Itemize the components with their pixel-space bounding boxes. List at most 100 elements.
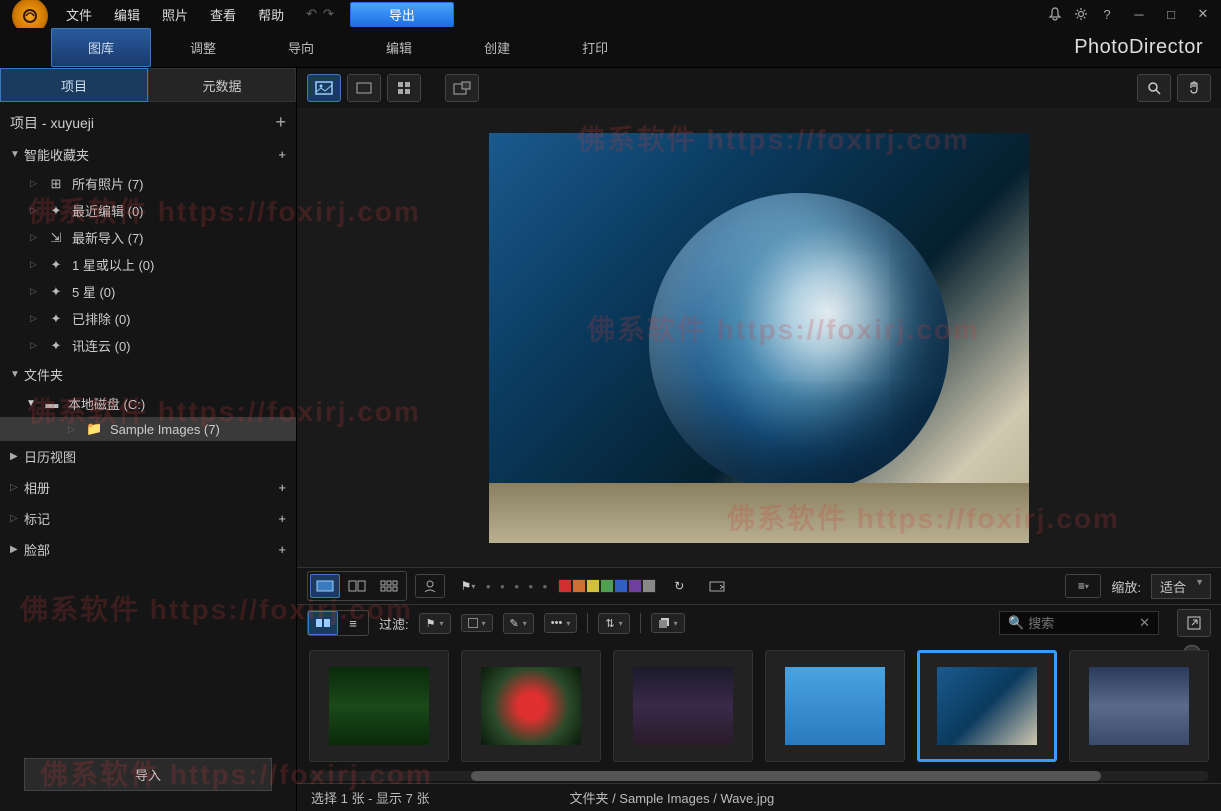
tab-print[interactable]: 打印 xyxy=(546,28,644,67)
add-face-icon[interactable]: + xyxy=(278,542,286,557)
tree-item-cloud[interactable]: ▷✦讯连云 (0) xyxy=(0,332,296,359)
tab-library[interactable]: 图库 xyxy=(51,28,151,67)
tree-item-one-star[interactable]: ▷✦1 星或以上 (0) xyxy=(0,251,296,278)
clear-search-icon[interactable]: ✕ xyxy=(1139,615,1150,631)
tab-adjust[interactable]: 调整 xyxy=(154,28,252,67)
search-box[interactable]: 🔍 ✕ xyxy=(999,611,1159,635)
rotate-button[interactable]: ↻ xyxy=(664,574,694,598)
thumb-view-button[interactable] xyxy=(308,611,338,635)
redo-icon[interactable]: ↷ xyxy=(323,6,334,22)
filter-flag-button[interactable]: ⚑▾ xyxy=(419,613,451,634)
tree-item-excluded[interactable]: ▷✦已排除 (0) xyxy=(0,305,296,332)
thumbnail[interactable] xyxy=(765,650,905,762)
canvas[interactable]: 佛系软件 https://foxirj.com 佛系软件 https://fox… xyxy=(297,108,1221,567)
color-swatch[interactable] xyxy=(586,579,600,593)
filter-more-button[interactable]: •••▾ xyxy=(544,613,578,633)
section-albums[interactable]: ▷相册+ xyxy=(0,472,296,503)
menu-view[interactable]: 查看 xyxy=(200,1,246,28)
color-swatch[interactable] xyxy=(614,579,628,593)
sidebar-tab-project[interactable]: 项目 xyxy=(0,68,148,102)
sort-order-button[interactable]: ⇅▾ xyxy=(598,613,629,634)
sort-button[interactable]: ≡▾ xyxy=(1065,574,1101,598)
zoom-tool-icon[interactable] xyxy=(1137,74,1171,102)
view-loupe-button[interactable] xyxy=(307,74,341,102)
settings-icon[interactable] xyxy=(1069,2,1093,26)
thumbnail-strip[interactable]: 360 xyxy=(297,641,1221,771)
menu-help[interactable]: 帮助 xyxy=(248,1,294,28)
menubar: 文件 编辑 照片 查看 帮助 ↶ ↷ 导出 ? ─ □ ✕ xyxy=(0,0,1221,28)
view-secondary-button[interactable] xyxy=(445,74,479,102)
minimize-icon[interactable]: ─ xyxy=(1127,2,1151,26)
stack-button[interactable]: ▾ xyxy=(651,613,685,633)
cloud-icon: ✦ xyxy=(48,338,64,354)
view-grid-button[interactable] xyxy=(387,74,421,102)
color-swatch[interactable] xyxy=(572,579,586,593)
section-faces[interactable]: ▶脸部+ xyxy=(0,534,296,565)
sidebar-tab-metadata[interactable]: 元数据 xyxy=(148,68,296,102)
notification-icon[interactable] xyxy=(1043,2,1067,26)
thumbnail[interactable] xyxy=(309,650,449,762)
color-swatch[interactable] xyxy=(642,579,656,593)
color-swatch[interactable] xyxy=(600,579,614,593)
tree-item-recent-edit[interactable]: ▷✦最近编辑 (0) xyxy=(0,197,296,224)
flag-button[interactable]: ⚑▾ xyxy=(453,574,483,598)
thumbnail[interactable] xyxy=(1069,650,1209,762)
folder-icon: 📁 xyxy=(86,421,102,437)
tree-item-five-star[interactable]: ▷✦5 星 (0) xyxy=(0,278,296,305)
import-button[interactable]: 导入 xyxy=(24,758,272,791)
thumbnail[interactable] xyxy=(461,650,601,762)
brand-label: PhotoDirector xyxy=(1056,36,1221,59)
section-tags[interactable]: ▷标记+ xyxy=(0,503,296,534)
undo-icon[interactable]: ↶ xyxy=(306,6,317,22)
add-tag-icon[interactable]: + xyxy=(278,511,286,526)
section-calendar[interactable]: ▶日历视图 xyxy=(0,441,296,472)
menu-edit[interactable]: 编辑 xyxy=(104,1,150,28)
thumbnail[interactable] xyxy=(613,650,753,762)
star-rating[interactable]: • • • • • xyxy=(486,579,550,594)
compare-button[interactable] xyxy=(702,574,732,598)
tree-item-recent-import[interactable]: ▷⇲最新导入 (7) xyxy=(0,224,296,251)
sidebar: 项目 元数据 项目 - xuyueji + ▼智能收藏夹 + ▷⊞所有照片 (7… xyxy=(0,68,297,811)
top-tabs: 图库 调整 导向 编辑 创建 打印 PhotoDirector xyxy=(0,28,1221,68)
tab-create[interactable]: 创建 xyxy=(448,28,546,67)
tab-edit[interactable]: 编辑 xyxy=(350,28,448,67)
layout-split-button[interactable] xyxy=(342,574,372,598)
viewer-panel: 佛系软件 https://foxirj.com 佛系软件 https://fox… xyxy=(297,68,1221,811)
section-folders[interactable]: ▼文件夹 xyxy=(0,359,296,390)
menu-file[interactable]: 文件 xyxy=(56,1,102,28)
list-view-button[interactable]: ≡ xyxy=(338,611,368,635)
disk-icon: ▬ xyxy=(44,396,60,411)
view-single-button[interactable] xyxy=(347,74,381,102)
maximize-icon[interactable]: □ xyxy=(1159,2,1183,26)
tree-item-disk[interactable]: ▼▬本地磁盘 (C:) xyxy=(0,390,296,417)
filter-label-button[interactable]: ▾ xyxy=(461,614,493,632)
export-button[interactable]: 导出 xyxy=(350,2,454,27)
zoom-select[interactable]: 适合 xyxy=(1151,574,1211,599)
status-selection: 选择 1 张 - 显示 7 张 xyxy=(311,788,429,807)
horizontal-scrollbar[interactable] xyxy=(309,771,1209,781)
add-project-icon[interactable]: + xyxy=(275,112,286,133)
search-input[interactable] xyxy=(1028,616,1139,631)
status-bar: 选择 1 张 - 显示 7 张 文件夹 / Sample Images / Wa… xyxy=(297,783,1221,811)
tree-item-all-photos[interactable]: ▷⊞所有照片 (7) xyxy=(0,170,296,197)
color-swatch[interactable] xyxy=(558,579,572,593)
color-swatch[interactable] xyxy=(628,579,642,593)
layout-multi-button[interactable] xyxy=(374,574,404,598)
section-smart-collections[interactable]: ▼智能收藏夹 + xyxy=(0,139,296,170)
thumbnail-selected[interactable] xyxy=(917,650,1057,762)
menu-photo[interactable]: 照片 xyxy=(152,1,198,28)
face-tag-button[interactable] xyxy=(415,574,445,598)
layout-single-button[interactable] xyxy=(310,574,340,598)
tree-item-sample-images[interactable]: ▷📁Sample Images (7) xyxy=(0,417,296,441)
tab-guided[interactable]: 导向 xyxy=(252,28,350,67)
help-icon[interactable]: ? xyxy=(1095,2,1119,26)
status-path: 文件夹 / Sample Images / Wave.jpg xyxy=(569,788,774,807)
add-album-icon[interactable]: + xyxy=(278,480,286,495)
hand-tool-icon[interactable] xyxy=(1177,74,1211,102)
close-icon[interactable]: ✕ xyxy=(1191,2,1215,26)
fullscreen-button[interactable] xyxy=(1177,609,1211,637)
filter-edit-button[interactable]: ✎▾ xyxy=(503,613,534,634)
photos-icon: ⊞ xyxy=(48,176,64,192)
wand-icon: ✦ xyxy=(48,203,64,219)
add-smart-icon[interactable]: + xyxy=(278,147,286,162)
